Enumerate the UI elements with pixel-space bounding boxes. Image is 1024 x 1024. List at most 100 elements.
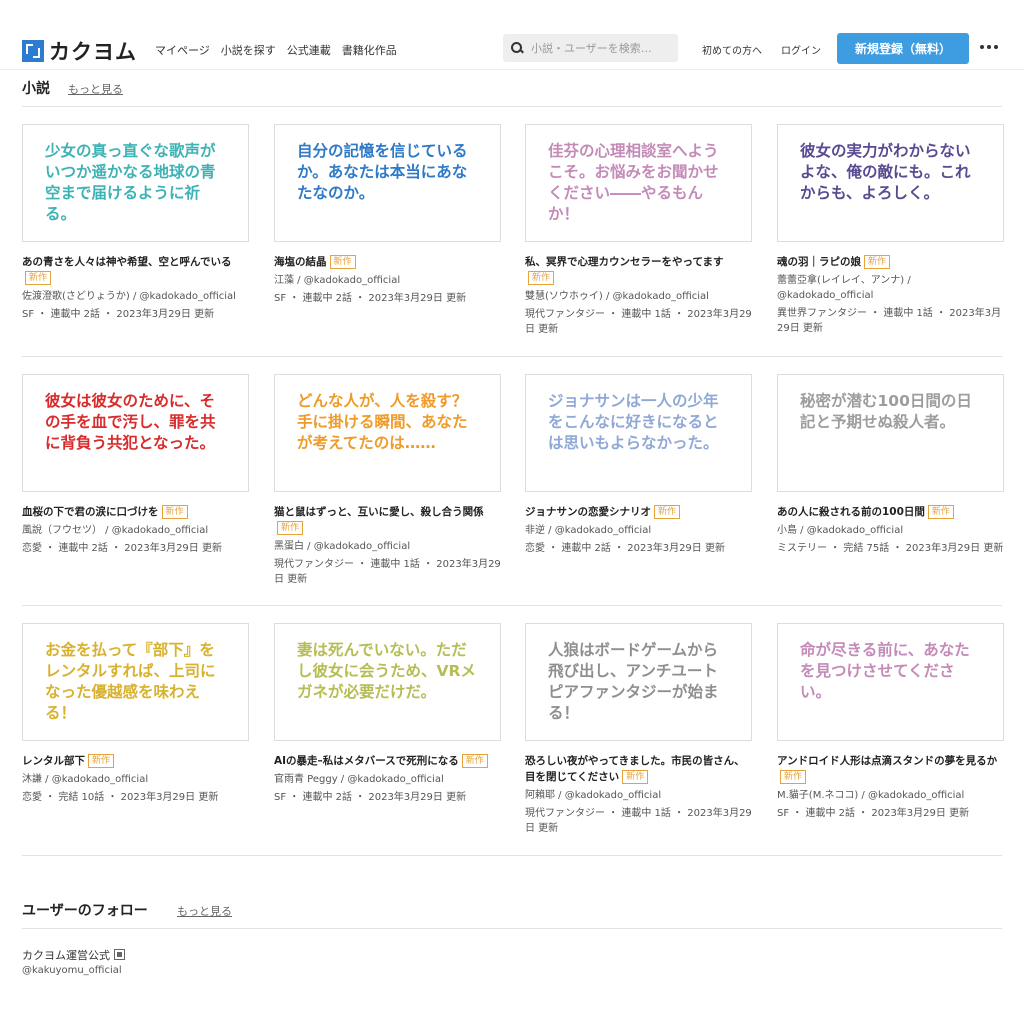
novel-card[interactable]: 彼女の実力がわからないよな、俺の敵にも。これからも、よろしく。魂の羽｜ラピの娘新… [777, 124, 1004, 336]
novel-meta: ミステリー ・ 完結 75話 ・ 2023年3月29日 更新 [777, 543, 1004, 554]
novel-card[interactable]: ジョナサンは一人の少年をこんなに好きになるとは思いもよらなかった。ジョナサンの恋… [525, 374, 752, 556]
novel-cover[interactable]: 秘密が潜む100日間の日記と予期せぬ殺人者。 [777, 374, 1004, 492]
novel-meta: 恋愛 ・ 完結 10話 ・ 2023年3月29日 更新 [22, 792, 219, 803]
novel-meta: SF ・ 連載中 2話 ・ 2023年3月29日 更新 [274, 792, 467, 803]
nav-mypage[interactable]: マイページ [155, 42, 210, 58]
novel-title[interactable]: レンタル部下 新作 [22, 753, 249, 769]
novel-author[interactable]: 官雨青 Peggy / @kadokado_official [274, 772, 501, 787]
novel-author[interactable]: 風說（フウセツ） / @kadokado_official [22, 523, 249, 538]
novel-title[interactable]: 血桜の下で君の涙に口づけを 新作 [22, 504, 249, 520]
follow-section-title: ユーザーのフォロー [22, 903, 148, 919]
nav-published-works[interactable]: 書籍化作品 [342, 42, 397, 58]
login-link[interactable]: ログイン [781, 42, 821, 57]
novel-title-text[interactable]: 血桜の下で君の涙に口づけを [22, 506, 159, 518]
official-badge-icon [114, 949, 125, 960]
new-badge: 新作 [622, 770, 649, 784]
novel-title-text[interactable]: ジョナサンの恋愛シナリオ [525, 506, 651, 518]
novel-card[interactable]: どんな人が、人を殺す？手に掛ける瞬間、あなたが考えてたのは…… 猫と鼠はずっと、互… [274, 374, 501, 587]
new-badge: 新作 [277, 521, 304, 535]
new-badge: 新作 [864, 255, 891, 269]
novel-title-text[interactable]: あの青さを人々は神や希望、空と呼んでいる [22, 256, 231, 268]
new-badge: 新作 [654, 505, 681, 519]
novel-meta: 異世界ファンタジー ・ 連載中 1話 ・ 2023年3月29日 更新 [777, 308, 1002, 334]
beginners-link[interactable]: 初めての方へ [702, 42, 762, 57]
novel-card[interactable]: お金を払って『部下』をレンタルすれば、上司になった優越感を味わえる！ レンタル部下… [22, 623, 249, 805]
novel-card[interactable]: 秘密が潜む100日間の日記と予期せぬ殺人者。あの人に殺される前の100日間 新作小… [777, 374, 1004, 556]
novel-cover[interactable]: 命が尽きる前に、あなたを見つけさせてください。 [777, 623, 1004, 741]
novel-cover[interactable]: 人狼はボードゲームから飛び出し、アンチユートピアファンタジーが始まる！ [525, 623, 752, 741]
follow-user-name[interactable]: カクヨム運営公式 [22, 947, 125, 963]
nav-official-serials[interactable]: 公式連載 [287, 42, 331, 58]
site-logo[interactable]: カクヨム [22, 36, 137, 66]
search-input[interactable] [531, 41, 671, 55]
novel-title-text[interactable]: 海塩の結晶 [274, 256, 327, 268]
novel-card[interactable]: 自分の記憶を信じているか。あなたは本当にあなたなのか。 海塩の結晶 新作 江藻 / @… [274, 124, 501, 306]
new-badge: 新作 [329, 255, 356, 269]
novel-meta: 恋愛 ・ 連載中 2話 ・ 2023年3月29日 更新 [525, 543, 725, 554]
search-icon [511, 42, 523, 54]
novel-title-text[interactable]: 魂の羽｜ラピの娘 [777, 256, 861, 268]
novel-author[interactable]: 非逆 / @kadokado_official [525, 523, 752, 538]
novel-title[interactable]: 猫と鼠はずっと、互いに愛し、殺し合う関係新作 [274, 504, 501, 536]
novel-author[interactable]: 江藻 / @kadokado_official [274, 273, 501, 288]
new-badge: 新作 [25, 271, 52, 285]
novel-title-text[interactable]: 猫と鼠はずっと、互いに愛し、殺し合う関係 [274, 506, 484, 518]
divider [22, 605, 1002, 606]
novel-meta: 現代ファンタジー ・ 連載中 1話 ・ 2023年3月29日 更新 [525, 808, 752, 834]
divider [22, 356, 1002, 357]
novel-author[interactable]: 佐渡澄歌(さどりょうか) / @kadokado_official [22, 289, 249, 304]
novel-card[interactable]: 命が尽きる前に、あなたを見つけさせてください。アンドロイド人形は点滴スタンドの夢… [777, 623, 1004, 821]
novel-cover[interactable]: 妻は死んでいない。ただし彼女に会うため、VRメガネが必要だけだ。 [274, 623, 501, 741]
novel-title[interactable]: 私、冥界で心理カウンセラーをやってます新作 [525, 254, 752, 286]
site-header: カクヨム マイページ 小説を探す 公式連載 書籍化作品 初めての方へ ログイン … [0, 0, 1024, 70]
novel-cover[interactable]: 佳芬の心理相談室へようこそ。お悩みをお聞かせください――やるもんか！ [525, 124, 752, 242]
new-badge: 新作 [528, 271, 555, 285]
novel-author[interactable]: 沐謙 / @kadokado_official [22, 772, 249, 787]
novel-card[interactable]: 妻は死んでいない。ただし彼女に会うため、VRメガネが必要だけだ。 AIの暴走–私は… [274, 623, 501, 805]
novel-title-text[interactable]: AIの暴走–私はメタバースで死刑になる [274, 755, 459, 767]
more-menu-icon[interactable] [980, 45, 998, 49]
follow-user-handle: @kakuyomu_official [22, 965, 122, 976]
novel-author[interactable]: 蕾蕾亞拿(レイレイ、アンナ) / @kadokado_official [777, 273, 1004, 303]
novel-meta: 現代ファンタジー ・ 連載中 1話 ・ 2023年3月29日 更新 [274, 559, 501, 585]
search-box[interactable] [503, 34, 678, 62]
novel-title[interactable]: あの人に殺される前の100日間 新作 [777, 504, 1004, 520]
novel-cover[interactable]: 彼女は彼女のために、その手を血で汚し、罪を共に背負う共犯となった。 [22, 374, 249, 492]
novel-cover[interactable]: 自分の記憶を信じているか。あなたは本当にあなたなのか。 [274, 124, 501, 242]
novel-cover[interactable]: 彼女の実力がわからないよな、俺の敵にも。これからも、よろしく。 [777, 124, 1004, 242]
novel-title-text[interactable]: レンタル部下 [22, 755, 85, 767]
signup-button[interactable]: 新規登録（無料） [837, 33, 969, 64]
novel-author[interactable]: 小島 / @kadokado_official [777, 523, 1004, 538]
novel-meta: 恋愛 ・ 連載中 2話 ・ 2023年3月29日 更新 [22, 543, 222, 554]
novel-card[interactable]: 彼女は彼女のために、その手を血で汚し、罪を共に背負う共犯となった。血桜の下で君の… [22, 374, 249, 556]
novel-title[interactable]: 魂の羽｜ラピの娘 新作 [777, 254, 1004, 270]
novel-cover[interactable]: どんな人が、人を殺す？手に掛ける瞬間、あなたが考えてたのは…… [274, 374, 501, 492]
novel-title-text[interactable]: 私、冥界で心理カウンセラーをやってます [525, 256, 723, 268]
divider [22, 928, 1002, 929]
novel-title[interactable]: 海塩の結晶 新作 [274, 254, 501, 270]
novels-more-link[interactable]: もっと見る [68, 81, 123, 97]
novel-cover[interactable]: 少女の真っ直ぐな歌声がいつか遥かなる地球の青空まで届けるように祈る。 [22, 124, 249, 242]
novel-title[interactable]: ジョナサンの恋愛シナリオ 新作 [525, 504, 752, 520]
novel-cover[interactable]: ジョナサンは一人の少年をこんなに好きになるとは思いもよらなかった。 [525, 374, 752, 492]
novel-title-text[interactable]: あの人に殺される前の100日間 [777, 506, 925, 518]
nav-find-novels[interactable]: 小説を探す [221, 42, 276, 58]
novel-title[interactable]: AIの暴走–私はメタバースで死刑になる 新作 [274, 753, 501, 769]
logo-mark-icon [22, 40, 44, 62]
novel-cover[interactable]: お金を払って『部下』をレンタルすれば、上司になった優越感を味わえる！ [22, 623, 249, 741]
novel-card[interactable]: 人狼はボードゲームから飛び出し、アンチユートピアファンタジーが始まる！ 恐ろしい夜… [525, 623, 752, 836]
novel-card[interactable]: 少女の真っ直ぐな歌声がいつか遥かなる地球の青空まで届けるように祈る。あの青さを人… [22, 124, 249, 322]
novel-title[interactable]: アンドロイド人形は点滴スタンドの夢を見るか新作 [777, 753, 1004, 785]
new-badge: 新作 [161, 505, 188, 519]
novel-author[interactable]: 雙慧(ソウホゥイ) / @kadokado_official [525, 289, 752, 304]
divider [22, 106, 1002, 107]
novel-author[interactable]: 阿賴耶 / @kadokado_official [525, 788, 752, 803]
novel-title[interactable]: 恐ろしい夜がやってきました。市民の皆さん、目を閉じてください 新作 [525, 753, 752, 785]
novel-author[interactable]: 黑蛋白 / @kadokado_official [274, 539, 501, 554]
novel-title-text[interactable]: アンドロイド人形は点滴スタンドの夢を見るか [777, 755, 997, 767]
follow-more-link[interactable]: もっと見る [177, 903, 232, 919]
novel-title[interactable]: あの青さを人々は神や希望、空と呼んでいる新作 [22, 254, 249, 286]
novel-meta: 現代ファンタジー ・ 連載中 1話 ・ 2023年3月29日 更新 [525, 309, 752, 335]
novel-card[interactable]: 佳芬の心理相談室へようこそ。お悩みをお聞かせください――やるもんか！ 私、冥界で心… [525, 124, 752, 337]
novel-author[interactable]: M.貓子(M.ネココ) / @kadokado_official [777, 788, 1004, 803]
